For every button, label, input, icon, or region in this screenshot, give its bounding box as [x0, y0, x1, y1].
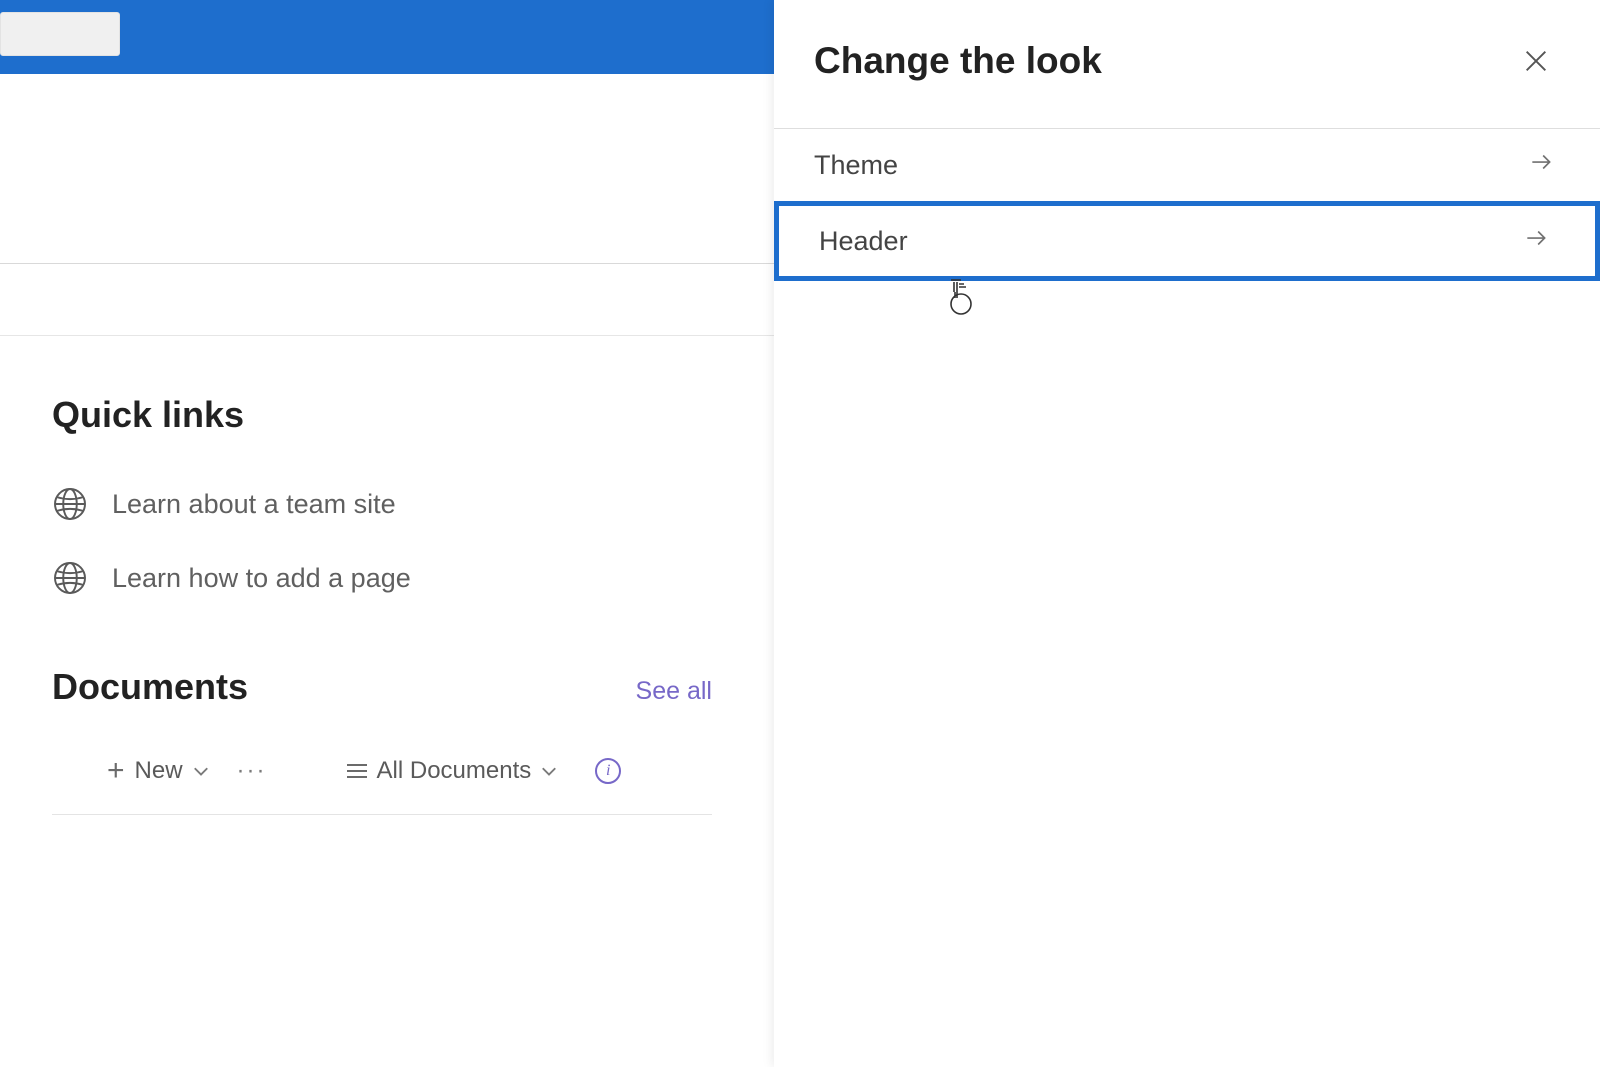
view-label: All Documents — [377, 757, 532, 785]
top-bar-input-box[interactable] — [0, 12, 120, 56]
globe-icon — [52, 486, 88, 522]
panel-option-label: Theme — [814, 150, 898, 181]
panel-option-theme[interactable]: Theme — [774, 129, 1600, 201]
documents-section: Documents See all + New ··· All Document — [52, 666, 774, 815]
chevron-down-icon — [193, 761, 209, 782]
header-spacer — [0, 74, 774, 264]
arrow-right-icon — [1528, 149, 1554, 182]
globe-icon — [52, 560, 88, 596]
quick-link-label: Learn about a team site — [112, 489, 396, 520]
documents-heading: Documents — [52, 666, 248, 708]
panel-option-header[interactable]: Header — [774, 201, 1600, 281]
quick-link-label: Learn how to add a page — [112, 563, 411, 594]
see-all-link[interactable]: See all — [636, 677, 712, 706]
more-actions-button[interactable]: ··· — [229, 757, 275, 785]
change-look-panel: Change the look Theme Header — [774, 0, 1600, 1067]
list-icon — [347, 764, 367, 778]
new-label: New — [135, 757, 183, 785]
plus-icon: + — [107, 754, 125, 788]
documents-header-row: Documents See all — [52, 666, 712, 708]
page-content: Quick links Learn about a team site — [0, 336, 774, 815]
arrow-right-icon — [1523, 225, 1549, 258]
close-button[interactable] — [1522, 47, 1550, 75]
nav-spacer — [0, 264, 774, 336]
quick-links-heading: Quick links — [52, 394, 774, 436]
main-area: Quick links Learn about a team site — [0, 74, 774, 1067]
view-selector[interactable]: All Documents — [347, 757, 558, 785]
quick-link-learn-team-site[interactable]: Learn about a team site — [52, 486, 774, 522]
quick-link-add-page[interactable]: Learn how to add a page — [52, 560, 774, 596]
info-icon[interactable]: i — [595, 758, 621, 784]
new-button[interactable]: + New — [107, 754, 209, 788]
panel-title: Change the look — [814, 40, 1102, 82]
documents-toolbar: + New ··· All Documents i — [52, 754, 712, 815]
panel-header: Change the look — [774, 0, 1600, 129]
panel-option-label: Header — [819, 226, 908, 257]
chevron-down-icon — [541, 761, 557, 782]
